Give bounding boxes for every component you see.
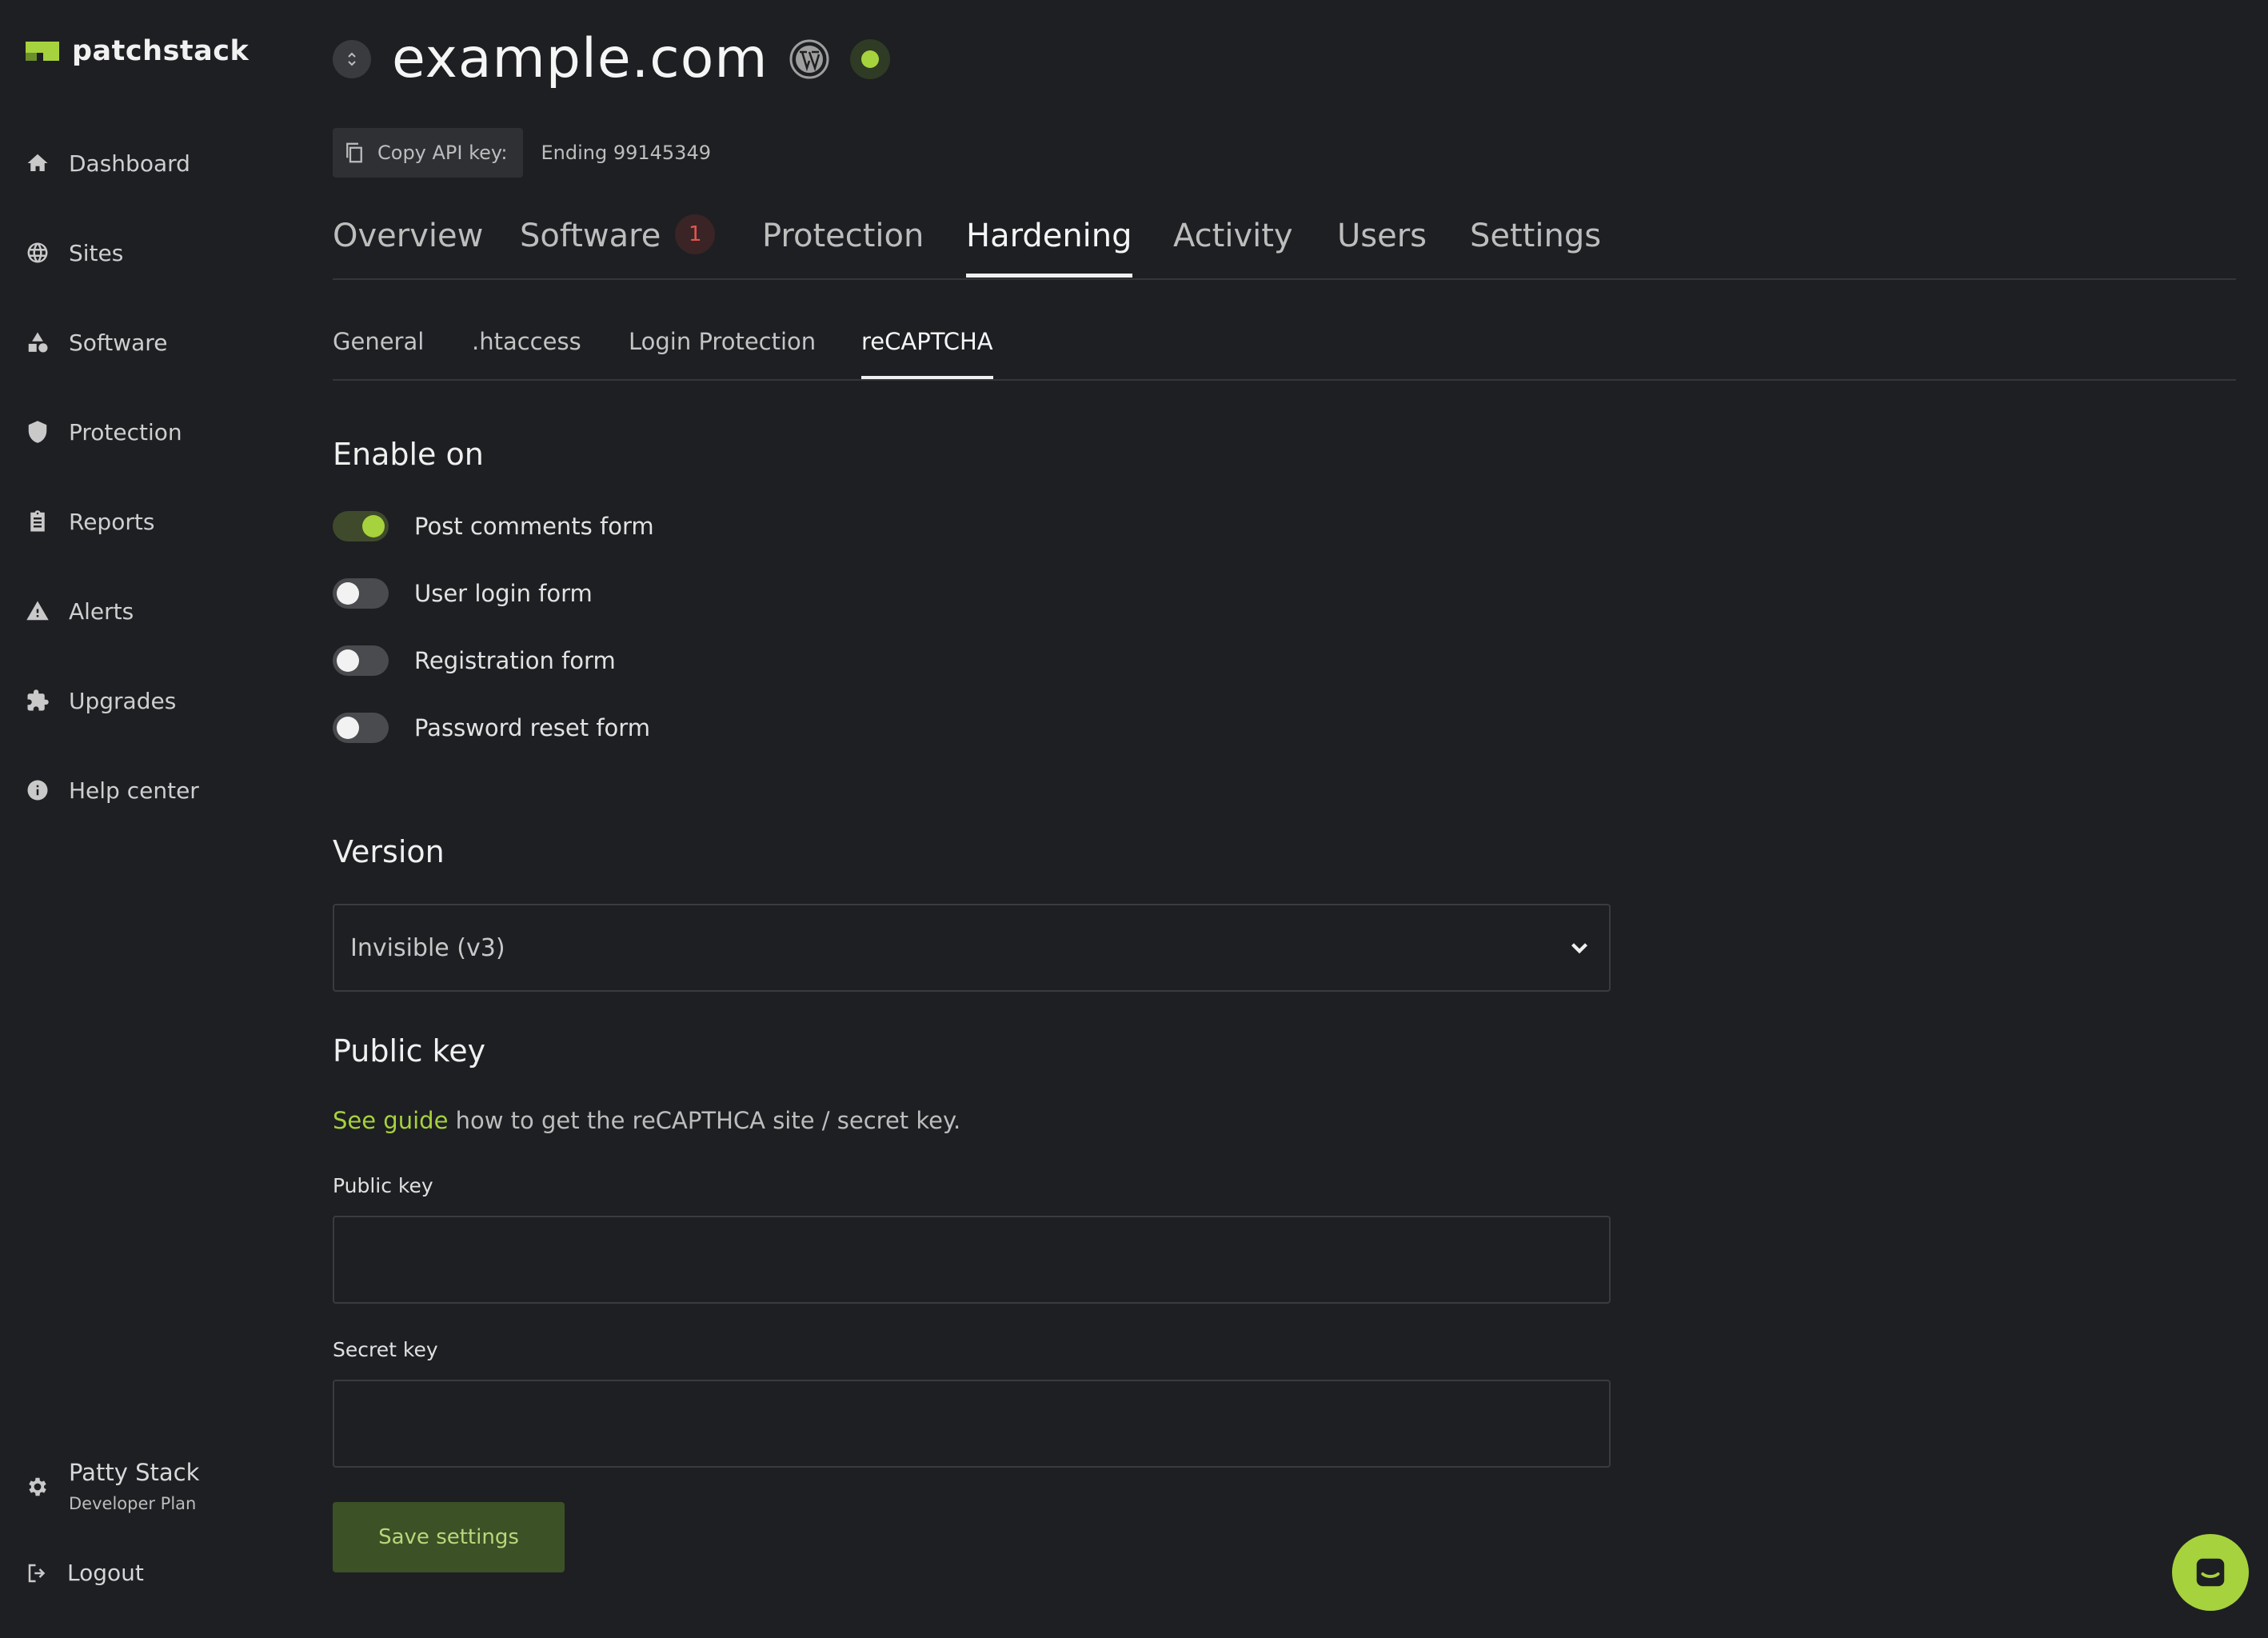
api-key-ending: Ending 99145349	[541, 142, 711, 164]
toggle-label: Registration form	[414, 647, 616, 674]
subtab-recaptcha[interactable]: reCAPTCHA	[861, 328, 993, 379]
sidebar-item-help-center[interactable]: Help center	[26, 766, 289, 814]
brand-name: patchstack	[72, 35, 250, 67]
save-settings-button[interactable]: Save settings	[333, 1502, 565, 1572]
enable-on-heading: Enable on	[333, 437, 484, 472]
site-header: example.com	[333, 27, 890, 90]
version-select[interactable]: Invisible (v3)	[333, 904, 1611, 992]
sidebar-item-upgrades[interactable]: Upgrades	[26, 677, 289, 725]
tab-protection[interactable]: Protection	[762, 218, 924, 275]
user-name: Patty Stack	[69, 1459, 200, 1486]
tab-hardening[interactable]: Hardening	[966, 218, 1132, 278]
chevron-down-icon	[1571, 943, 1588, 954]
tab-overview[interactable]: Overview	[333, 218, 483, 275]
tab-users[interactable]: Users	[1337, 218, 1427, 275]
password-reset-toggle-row: Password reset form	[333, 713, 650, 743]
sidebar-item-protection[interactable]: Protection	[26, 408, 289, 456]
tab-label: Software	[520, 218, 661, 254]
site-status-indicator	[849, 38, 890, 79]
logout-link[interactable]: Logout	[26, 1560, 144, 1586]
api-key-row: Copy API key: Ending 99145349	[333, 128, 711, 178]
registration-toggle[interactable]	[333, 645, 389, 676]
clipboard-icon	[30, 510, 45, 532]
site-switcher-button[interactable]	[333, 39, 371, 78]
sidebar-item-reports[interactable]: Reports	[26, 497, 289, 545]
guide-description: how to get the reCAPTHCA site / secret k…	[448, 1107, 961, 1134]
toggle-label: Post comments form	[414, 513, 654, 540]
subtab-label: reCAPTCHA	[861, 328, 993, 355]
tab-settings[interactable]: Settings	[1470, 218, 1601, 275]
puzzle-icon	[27, 689, 49, 711]
subtab-general[interactable]: General	[333, 328, 424, 378]
site-title: example.com	[392, 27, 769, 90]
logout-icon	[28, 1564, 46, 1582]
shapes-icon	[28, 332, 48, 353]
user-login-toggle[interactable]	[333, 578, 389, 609]
sidebar-item-label: Sites	[69, 239, 124, 266]
subtab-htaccess[interactable]: .htaccess	[472, 328, 581, 378]
gear-icon[interactable]	[26, 1475, 50, 1499]
user-profile[interactable]: Patty Stack Developer Plan	[26, 1459, 199, 1513]
tab-activity[interactable]: Activity	[1173, 218, 1293, 275]
sidebar-item-label: Upgrades	[69, 687, 177, 714]
toggle-label: Password reset form	[414, 714, 650, 741]
wordpress-icon	[789, 39, 829, 78]
subtab-label: Login Protection	[629, 328, 817, 355]
main-tabs: Overview Software 1 Protection Hardening …	[333, 214, 2236, 280]
sidebar: patchstack Dashboard Sites Software Prot…	[0, 0, 320, 1638]
patchstack-logo[interactable]: patchstack	[26, 35, 249, 67]
tab-label: Protection	[762, 218, 924, 254]
chat-icon	[2196, 1558, 2225, 1587]
tab-label: Users	[1337, 218, 1427, 254]
user-plan: Developer Plan	[69, 1494, 197, 1513]
copy-api-key-button[interactable]: Copy API key:	[333, 128, 524, 178]
see-guide-link[interactable]: See guide	[333, 1107, 448, 1134]
guide-text: See guide how to get the reCAPTHCA site …	[333, 1107, 960, 1134]
tab-software[interactable]: Software 1	[520, 214, 716, 275]
software-count-badge: 1	[675, 214, 716, 254]
password-reset-toggle[interactable]	[333, 713, 389, 743]
info-icon	[27, 780, 48, 801]
public-key-heading: Public key	[333, 1033, 486, 1069]
version-select-value: Invisible (v3)	[350, 933, 505, 962]
chevron-up-down-icon	[348, 52, 356, 66]
sidebar-item-label: Reports	[69, 508, 155, 535]
sidebar-item-label: Help center	[69, 777, 199, 804]
shield-icon	[28, 421, 47, 443]
version-heading: Version	[333, 834, 445, 869]
sidebar-item-label: Dashboard	[69, 150, 190, 177]
copy-api-key-label: Copy API key:	[377, 142, 508, 164]
public-key-input[interactable]	[333, 1216, 1611, 1304]
globe-icon	[27, 242, 48, 263]
sidebar-item-dashboard[interactable]: Dashboard	[26, 139, 289, 187]
subtab-label: .htaccess	[472, 328, 581, 355]
post-comments-toggle-row: Post comments form	[333, 511, 654, 541]
sidebar-item-software[interactable]: Software	[26, 318, 289, 366]
warning-icon	[26, 601, 49, 621]
hardening-subtabs: General .htaccess Login Protection reCAP…	[333, 325, 2236, 381]
subtab-label: General	[333, 328, 425, 355]
tab-label: Settings	[1470, 218, 1602, 254]
subtab-login-protection[interactable]: Login Protection	[629, 328, 816, 378]
logout-label: Logout	[67, 1560, 144, 1586]
public-key-label: Public key	[333, 1174, 433, 1197]
sidebar-item-label: Software	[69, 329, 168, 356]
tab-label: Overview	[333, 218, 484, 254]
sidebar-item-label: Alerts	[69, 597, 134, 625]
sidebar-item-sites[interactable]: Sites	[26, 229, 289, 277]
secret-key-input[interactable]	[333, 1380, 1611, 1468]
secret-key-label: Secret key	[333, 1338, 438, 1361]
sidebar-item-alerts[interactable]: Alerts	[26, 587, 289, 635]
home-icon	[27, 154, 48, 171]
logo-icon	[26, 37, 59, 66]
user-login-toggle-row: User login form	[333, 578, 593, 609]
sidebar-item-label: Protection	[69, 418, 182, 445]
tab-label: Hardening	[966, 218, 1132, 254]
toggle-label: User login form	[414, 580, 593, 607]
registration-toggle-row: Registration form	[333, 645, 616, 676]
copy-icon	[346, 142, 362, 163]
chat-launcher-button[interactable]	[2172, 1534, 2249, 1611]
tab-label: Activity	[1173, 218, 1293, 254]
post-comments-toggle[interactable]	[333, 511, 389, 541]
